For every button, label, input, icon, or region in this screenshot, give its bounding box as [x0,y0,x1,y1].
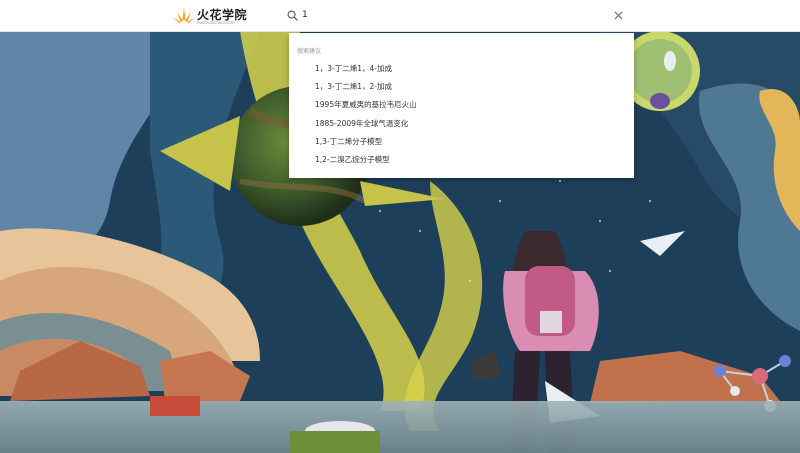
search-input[interactable] [302,6,602,24]
suggestion-item[interactable]: 1，3-丁二烯1，4-加成 [289,60,634,78]
suggestion-item[interactable]: 1,2-二溴乙烷分子模型 [289,151,634,169]
suggestion-item[interactable]: 1,3-丁二烯分子模型 [289,133,634,151]
suggestion-item[interactable]: 1995年夏威夷的基拉韦厄火山 [289,96,634,114]
suggestion-item[interactable]: 1885-2009年全球气温变化 [289,115,634,133]
flame-logo-icon [173,8,195,24]
logo-subtext: huohuaschool.com [197,20,235,25]
suggestions-list: 1，3-丁二烯1，4-加成 1，3-丁二烯1，2-加成 1995年夏威夷的基拉韦… [289,60,634,169]
suggestion-item[interactable]: 1，3-丁二烯1，2-加成 [289,78,634,96]
close-icon[interactable] [613,10,624,21]
suggestions-heading: 搜索建议 [297,48,322,55]
search-icon[interactable] [287,10,298,21]
search-suggestions-panel: 搜索建议 1，3-丁二烯1，4-加成 1，3-丁二烯1，2-加成 1995年夏威… [289,33,634,178]
top-bar: 火花学院 huohuaschool.com [0,0,800,32]
site-logo[interactable]: 火花学院 huohuaschool.com [173,5,253,27]
